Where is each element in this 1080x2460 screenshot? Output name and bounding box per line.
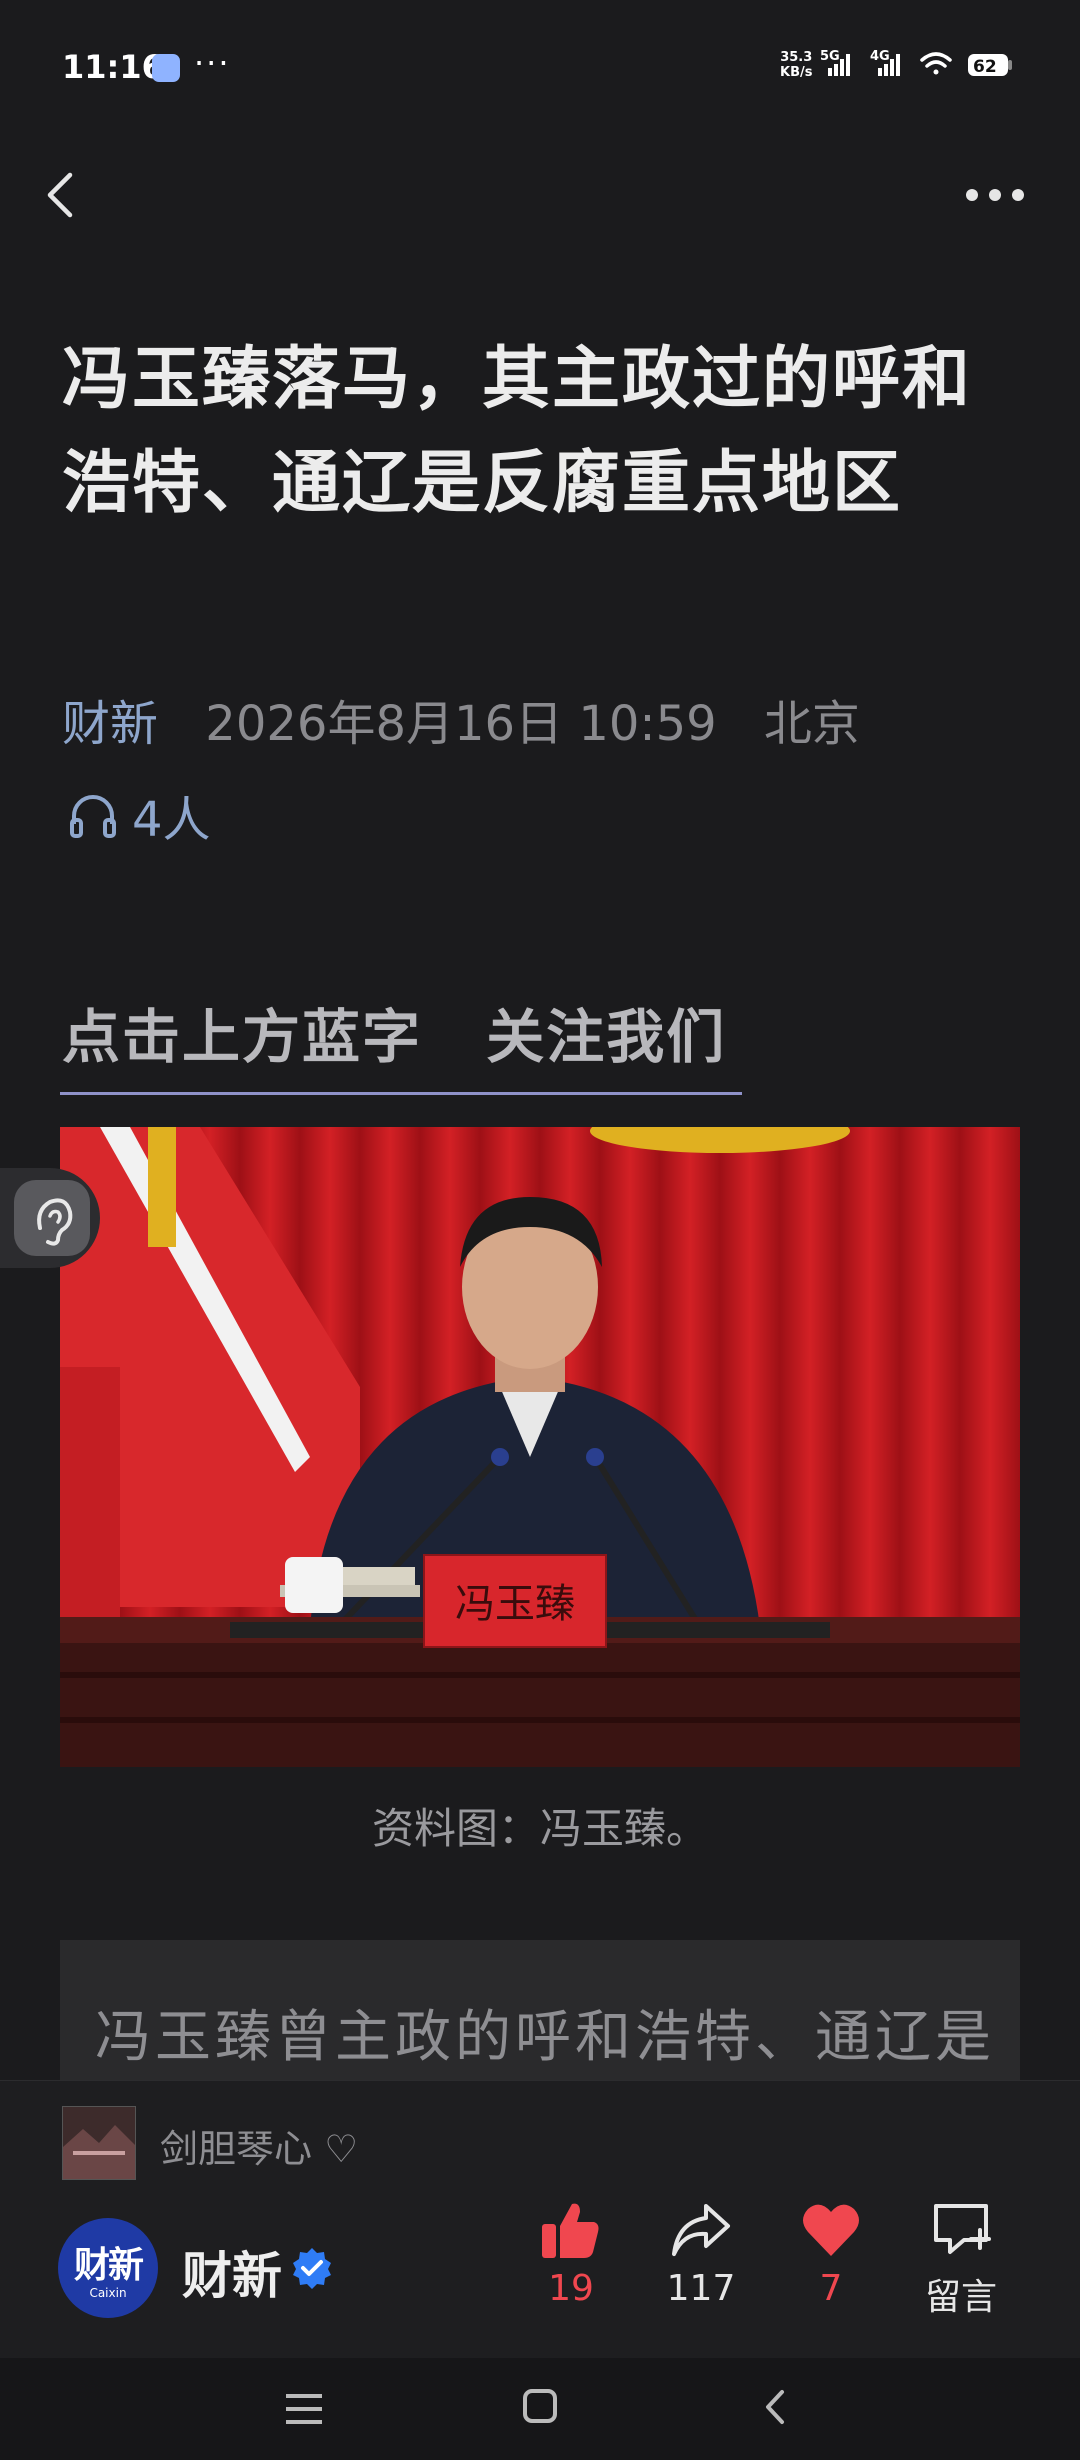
liker-name[interactable]: 剑胆琴心 ♡ (160, 2118, 358, 2173)
status-icons: 5G 4G 62 (820, 46, 1020, 90)
listener-count[interactable]: 4人 (68, 785, 211, 848)
more-options-icon[interactable] (960, 180, 1030, 210)
comment-label: 留言 (924, 2277, 997, 2318)
article-meta: 财新 2026年8月16日 10:59 北京 (62, 684, 860, 754)
recent-apps-icon[interactable] (284, 2392, 324, 2426)
quote-block: 冯玉臻曾主政的呼和浩特、通辽是 (60, 1940, 1020, 2080)
network-speed-unit: KB/s (780, 65, 813, 80)
account-avatar-subtitle: Caixin (89, 2286, 127, 2300)
like-button[interactable]: 19 (516, 2200, 626, 2309)
net-type-5g: 5G (820, 49, 840, 64)
follow-banner[interactable]: 点击上方蓝字 关注我们 (62, 990, 726, 1074)
photo-nameplate: 冯玉臻 (455, 1581, 575, 1627)
comment-button[interactable]: 留言 (906, 2200, 1016, 2320)
follow-banner-right: 关注我们 (486, 1003, 727, 1071)
nav-back-icon[interactable] (760, 2388, 790, 2426)
liker-avatar[interactable] (62, 2106, 136, 2180)
thumbs-up-icon (542, 2203, 599, 2258)
account-avatar[interactable]: 财新 Caixin (58, 2218, 158, 2318)
back-icon[interactable] (40, 165, 90, 225)
home-icon[interactable] (522, 2388, 558, 2424)
heart-icon (803, 2204, 859, 2256)
article-location: 北京 (763, 696, 860, 752)
like-count: 19 (548, 2268, 594, 2309)
follow-banner-left: 点击上方蓝字 (62, 1003, 423, 1071)
network-speed-value: 35.3 (780, 50, 813, 65)
photo-caption: 资料图：冯玉臻。 (371, 1804, 708, 1853)
article-title: 冯玉臻落马，其主政过的呼和浩特、通辽是反腐重点地区 (62, 340, 973, 523)
share-arrow-icon (672, 2204, 730, 2256)
status-time: 11:16 (62, 48, 164, 86)
follow-underline (60, 1092, 742, 1095)
quote-text: 冯玉臻曾主政的呼和浩特、通辽是 (95, 2005, 995, 2070)
verified-badge-icon (290, 2246, 334, 2290)
wifi-icon (920, 52, 952, 75)
share-count: 117 (666, 2268, 736, 2309)
app-notification-icon (152, 54, 180, 82)
comment-add-icon (934, 2204, 991, 2254)
favorite-count: 7 (819, 2268, 843, 2309)
status-more-indicator: ··· (194, 44, 231, 82)
account-avatar-logo: 财新 (73, 2245, 144, 2286)
account-name[interactable]: 财新 (182, 2236, 282, 2308)
net-type-4g: 4G (870, 49, 890, 64)
network-speed: 35.3 KB/s (780, 50, 812, 80)
article-photo[interactable]: 冯玉臻 (60, 1127, 1020, 1767)
battery-icon: 62 (968, 54, 1012, 77)
ear-icon (37, 1198, 73, 1246)
favorite-button[interactable]: 7 (776, 2200, 886, 2309)
article-datetime: 2026年8月16日 10:59 (205, 696, 717, 752)
listener-count-text: 4人 (132, 792, 211, 848)
battery-level: 62 (973, 57, 997, 77)
headphones-icon (70, 795, 116, 838)
floating-listen-button[interactable] (0, 1168, 100, 1268)
article-source-link[interactable]: 财新 (62, 696, 158, 752)
share-button[interactable]: 117 (646, 2200, 756, 2309)
